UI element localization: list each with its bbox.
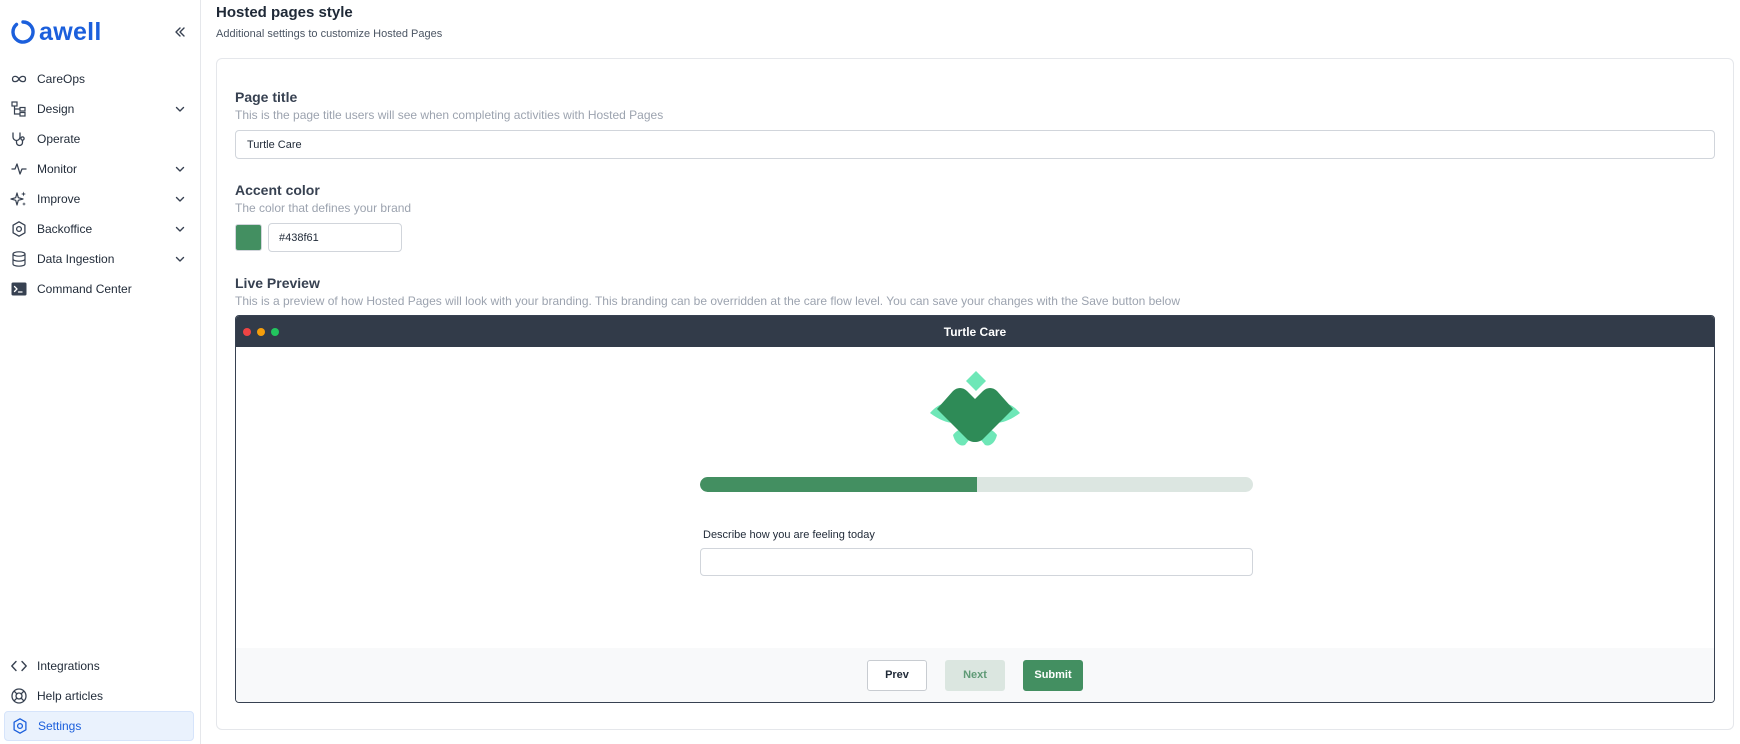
page-title-section: Page title This is the page title users … [235, 89, 1715, 159]
awell-logo-text: awell [39, 17, 102, 46]
sidebar-item-label: CareOps [37, 72, 86, 86]
page-title-hint: This is the page title users will see wh… [235, 108, 664, 122]
infinity-icon [10, 70, 28, 88]
chevron-down-icon [172, 191, 188, 207]
sidebar-item-data-ingestion[interactable]: Data Ingestion [0, 244, 200, 274]
sidebar-item-label: Data Ingestion [37, 252, 115, 266]
accent-color-swatch[interactable] [235, 224, 262, 251]
accent-color-hint: The color that defines your brand [235, 201, 412, 215]
live-preview-section: Live Preview This is a preview of how Ho… [235, 275, 1715, 703]
live-preview-hint: This is a preview of how Hosted Pages wi… [235, 294, 1180, 308]
settings-icon [11, 717, 29, 735]
hosted-pages-style-card: Page title This is the page title users … [216, 58, 1734, 730]
page-title-input[interactable]: Turtle Care [235, 130, 1715, 159]
chevrons-left-icon [175, 27, 185, 37]
app-root: awell CareOps Design Operate Monitor Imp… [0, 0, 1740, 744]
sidebar-item-label: Integrations [37, 659, 100, 673]
code-brackets-icon [10, 657, 28, 675]
preview-progress-fill [700, 477, 977, 492]
accent-color-label: Accent color [235, 182, 320, 198]
sidebar-item-label: Backoffice [37, 222, 93, 236]
accent-color-row: #438f61 [235, 223, 1715, 252]
preview-progress-bar [700, 477, 1253, 492]
next-button[interactable]: Next [945, 659, 1005, 691]
stethoscope-icon [10, 130, 28, 148]
chevron-down-icon [172, 161, 188, 177]
sidebar-item-careops[interactable]: CareOps [0, 64, 200, 94]
hierarchy-icon [10, 100, 28, 118]
turtle-care-logo-icon [930, 371, 1020, 446]
page-title-label: Page title [235, 89, 298, 105]
sidebar-item-label: Help articles [37, 689, 104, 703]
sidebar-item-command-center[interactable]: Command Center [0, 274, 200, 304]
collapse-sidebar-button[interactable] [170, 22, 190, 42]
page-title: Hosted pages style [216, 4, 353, 21]
awell-logo-icon [11, 20, 35, 44]
chevron-down-icon [172, 251, 188, 267]
sidebar-item-label: Improve [37, 192, 81, 206]
preview-footer: Prev Next Submit [236, 648, 1714, 702]
sidebar-item-label: Settings [38, 719, 82, 733]
page-subtitle: Additional settings to customize Hosted … [216, 28, 443, 40]
prev-button[interactable]: Prev [867, 659, 927, 691]
database-icon [10, 250, 28, 268]
pulse-icon [10, 160, 28, 178]
sidebar-item-design[interactable]: Design [0, 94, 200, 124]
sidebar-item-monitor[interactable]: Monitor [0, 154, 200, 184]
lifebuoy-icon [10, 687, 28, 705]
sidebar-item-operate[interactable]: Operate [0, 124, 200, 154]
sidebar-item-label: Monitor [37, 162, 78, 176]
sidebar-item-backoffice[interactable]: Backoffice [0, 214, 200, 244]
preview-window-title: Turtle Care [943, 324, 1007, 339]
sidebar-item-help-articles[interactable]: Help articles [0, 681, 200, 711]
cog-icon [10, 220, 28, 238]
sidebar-header: awell [0, 0, 200, 64]
sidebar-nav: CareOps Design Operate Monitor Improve B… [0, 64, 200, 304]
main-content: Hosted pages style Additional settings t… [201, 0, 1740, 744]
sidebar-item-improve[interactable]: Improve [0, 184, 200, 214]
live-preview-label: Live Preview [235, 275, 320, 291]
chevron-down-icon [172, 221, 188, 237]
awell-logo[interactable]: awell [10, 18, 102, 47]
preview-body: Describe how you are feeling today [236, 347, 1714, 648]
terminal-icon [10, 280, 28, 298]
sidebar-item-label: Command Center [37, 282, 132, 296]
question-label: Describe how you are feeling today [703, 529, 875, 541]
live-preview-window: Turtle Care Describe how you are feeling… [235, 315, 1715, 703]
sidebar: awell CareOps Design Operate Monitor Imp… [0, 0, 201, 744]
sidebar-bottom-nav: Integrations Help articles Settings [0, 651, 200, 741]
accent-color-section: Accent color The color that defines your… [235, 182, 1715, 252]
accent-color-input[interactable]: #438f61 [268, 223, 402, 252]
question-answer-input[interactable] [700, 548, 1253, 576]
submit-button[interactable]: Submit [1023, 659, 1083, 691]
sparkles-icon [10, 190, 28, 208]
sidebar-item-label: Operate [37, 132, 81, 146]
sidebar-item-settings[interactable]: Settings [4, 711, 194, 741]
sidebar-item-label: Design [37, 102, 75, 116]
sidebar-item-integrations[interactable]: Integrations [0, 651, 200, 681]
chevron-down-icon [172, 101, 188, 117]
preview-title-bar: Turtle Care [236, 316, 1714, 347]
